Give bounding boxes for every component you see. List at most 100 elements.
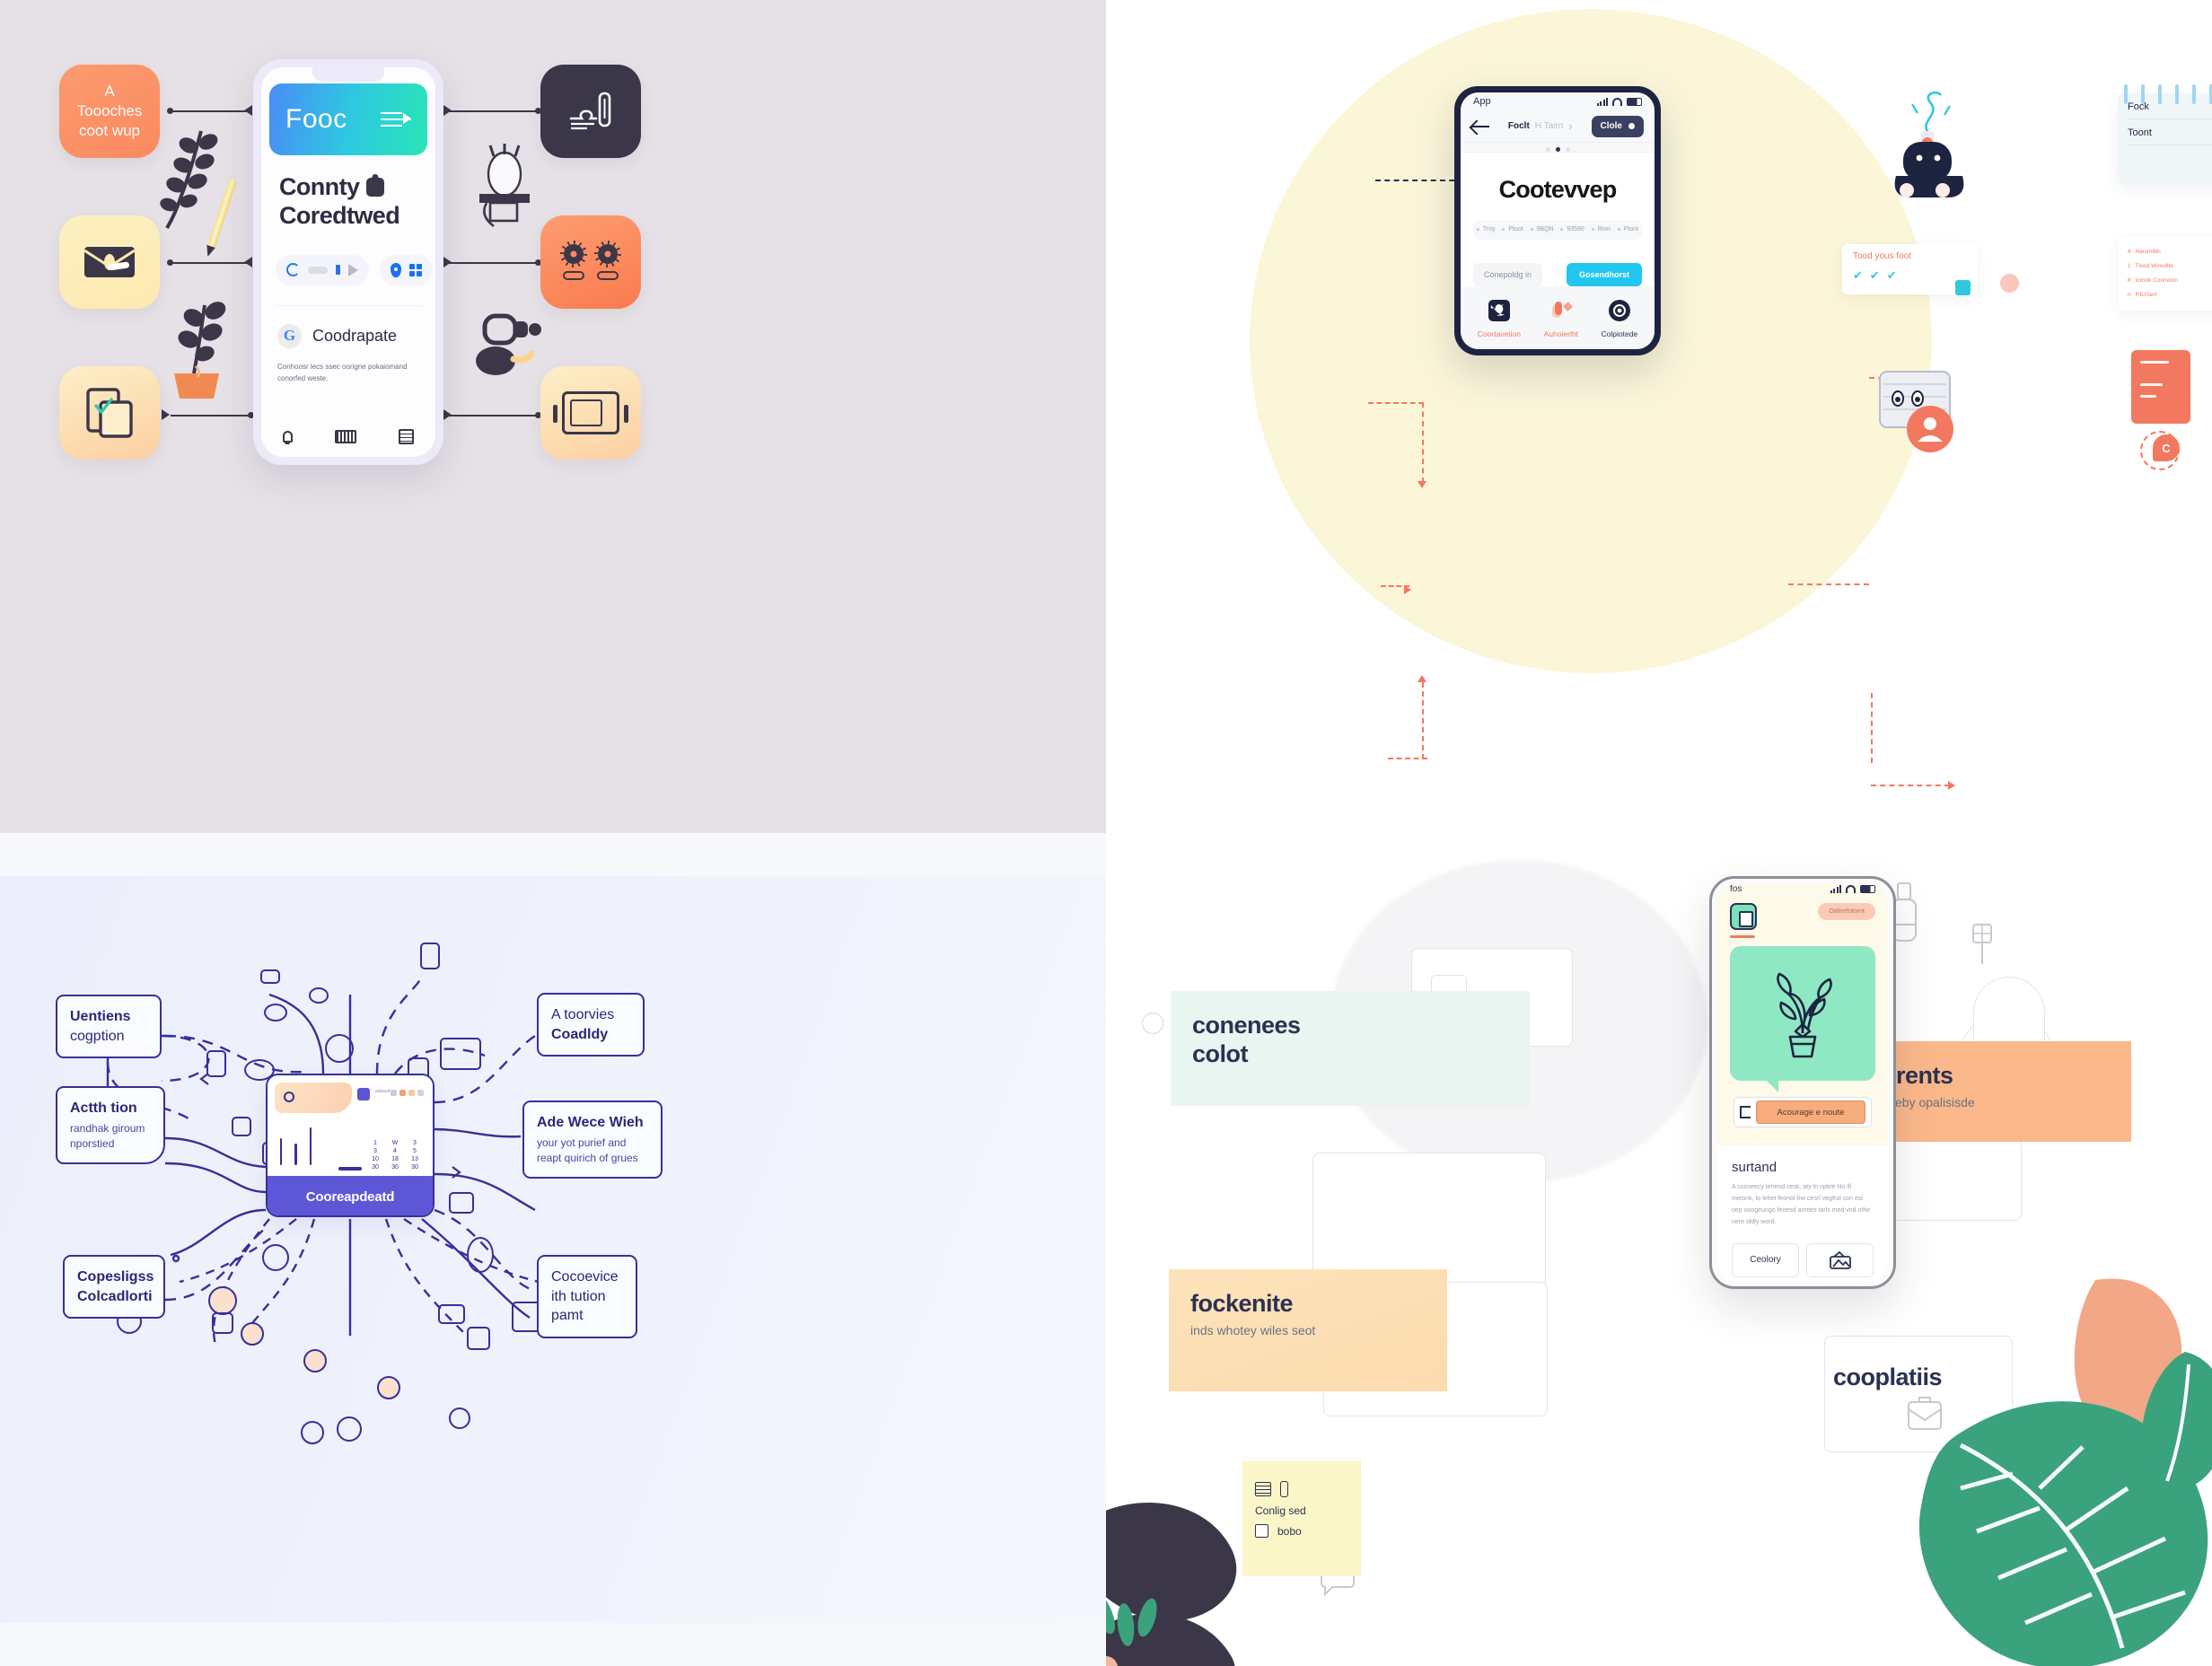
node-subtitle: cogption bbox=[70, 1028, 125, 1044]
status-dot-icon bbox=[1628, 123, 1635, 130]
red-badge-label: C bbox=[2153, 434, 2180, 461]
card-fockenite: fockenite inds whotey wiles seot bbox=[1169, 1269, 1447, 1391]
pill-media-controls[interactable] bbox=[276, 254, 369, 285]
node-title: Actth tion bbox=[70, 1100, 137, 1116]
node-subtitle: Coadldy bbox=[551, 1026, 609, 1042]
card-line bbox=[2140, 361, 2170, 364]
connector-line bbox=[449, 262, 539, 264]
feature-tile-monitor[interactable] bbox=[540, 366, 641, 460]
image-upload-button[interactable] bbox=[1806, 1242, 1874, 1277]
hero-title: Fooc bbox=[285, 104, 347, 134]
body-title: surtand bbox=[1732, 1160, 1778, 1175]
document-icon[interactable] bbox=[399, 429, 415, 444]
grid-tag-icon bbox=[1972, 924, 1992, 964]
back-arrow-icon[interactable] bbox=[1471, 120, 1489, 133]
chip: Troy bbox=[1476, 226, 1496, 232]
breadcrumb[interactable]: Foclt H Tairn › bbox=[1508, 119, 1573, 133]
node-ade-wece-wieh[interactable]: Ade Wece Wieh your yot purief and reapt … bbox=[522, 1100, 663, 1179]
close-button[interactable]: Clole bbox=[1591, 115, 1644, 137]
accept-button[interactable]: Acourage e noute bbox=[1756, 1100, 1865, 1124]
quadrant-bottom-left: adasum 1 W 3 3 4 5 10 18 13 30 30 30 Coo… bbox=[0, 833, 1106, 1666]
list-item-label: Tived Winvdlte bbox=[2135, 262, 2174, 269]
bell-icon[interactable] bbox=[282, 431, 293, 443]
person-icon bbox=[467, 1237, 494, 1273]
tab-auhoierlht[interactable]: Auhoierlht bbox=[1544, 299, 1578, 338]
feature-tile-envelope[interactable] bbox=[59, 215, 160, 309]
list-item[interactable]: 1Tived Winvdlte ⌄ bbox=[2126, 259, 2212, 273]
dashed-connector bbox=[1871, 693, 1873, 763]
keyboard-icon[interactable] bbox=[334, 430, 356, 443]
phone-mockup-bottom: fos Oafrrefotornt Acourage e noute surta… bbox=[1709, 876, 1896, 1289]
send-arrow-icon[interactable] bbox=[381, 109, 411, 130]
peach-circle-icon bbox=[208, 1286, 237, 1315]
primary-button[interactable]: Gosendhorst bbox=[1566, 263, 1642, 287]
provider-row[interactable]: G Coodrapate bbox=[261, 306, 435, 348]
node-uentiens[interactable]: Uentiens cogption bbox=[56, 995, 162, 1059]
signal-icon bbox=[1596, 97, 1608, 106]
status-label: fos bbox=[1730, 884, 1742, 894]
phone-mockup-left: Fooc Connty Coredtwed G Coodrapate Conho… bbox=[253, 59, 443, 465]
body-button-row: Ceolory bbox=[1732, 1242, 1874, 1277]
phone-screen: App Foclt H Tairn › Clole Cootevvep Troy… bbox=[1461, 92, 1655, 349]
pagination-dots[interactable] bbox=[1461, 142, 1655, 153]
doc-icon bbox=[206, 1050, 226, 1077]
potted-plant-decor bbox=[174, 302, 226, 399]
spiral-notepad-icon bbox=[2124, 84, 2212, 104]
node-actth-tion[interactable]: Actth tion randhak giroum nporstied bbox=[56, 1086, 165, 1165]
pagination-dot[interactable] bbox=[1565, 146, 1570, 152]
feature-tile-gears[interactable] bbox=[540, 215, 641, 309]
tab-label: Coortavetion bbox=[1477, 329, 1522, 339]
play-icon[interactable] bbox=[348, 263, 358, 276]
header-badge[interactable]: Oafrrefotornt bbox=[1818, 903, 1875, 920]
gear-icon bbox=[594, 241, 621, 267]
ceolory-button[interactable]: Ceolory bbox=[1732, 1242, 1799, 1277]
list-item-number: 1 bbox=[2128, 262, 2131, 269]
node-a-toorvies[interactable]: A toorvies Coadldy bbox=[537, 993, 645, 1057]
record-circle-icon bbox=[1608, 300, 1630, 322]
chart-pen-icon bbox=[569, 92, 611, 130]
list-item[interactable]: nRILISert ⌄ bbox=[2126, 287, 2212, 302]
feature-tile-text[interactable]: A Toooches coot wup bbox=[59, 65, 160, 158]
hub-primary-button[interactable]: Cooreapdeatd bbox=[268, 1176, 433, 1215]
tab-label: Colpiotede bbox=[1601, 329, 1638, 339]
list-item-label: Nieumlliln bbox=[2135, 248, 2161, 255]
tab-colpiotede[interactable]: Colpiotede bbox=[1601, 299, 1638, 339]
tile-text-block: A Toooches coot wup bbox=[59, 82, 160, 141]
expand-icon bbox=[467, 1327, 490, 1350]
control-pill-row bbox=[261, 230, 435, 285]
pagination-dot[interactable] bbox=[1545, 146, 1550, 152]
accept-input-row[interactable]: Acourage e noute bbox=[1734, 1097, 1872, 1127]
card-conenees-colot: conenees colot bbox=[1171, 991, 1530, 1106]
connector-dot bbox=[167, 259, 173, 266]
check-icon: ✔ bbox=[1853, 268, 1863, 282]
capsule-icon bbox=[597, 271, 619, 280]
list-item-label: lornok Connolon bbox=[2135, 276, 2178, 284]
feature-tile-chart[interactable] bbox=[540, 65, 641, 158]
quadrant-bottom-right: conenees colot fockenite inds whotey wil… bbox=[1106, 833, 2212, 1666]
node-subtitle: your yot purief and reapt quirich of gru… bbox=[537, 1136, 638, 1164]
dashed-connector bbox=[1368, 402, 1424, 404]
chevron-right-icon: › bbox=[1568, 119, 1573, 134]
status-bar: App bbox=[1461, 92, 1655, 111]
secondary-button[interactable]: Conepoldg in bbox=[1473, 263, 1543, 287]
node-cocoevice[interactable]: Cocoevice ith tution pamt bbox=[537, 1255, 637, 1338]
grid-icon bbox=[409, 263, 422, 276]
red-circle-decor bbox=[2000, 274, 2019, 293]
node-copesligss[interactable]: Copesligss Colcadlorti bbox=[63, 1255, 165, 1320]
blue-marker-icon bbox=[336, 265, 340, 276]
pagination-dot-active[interactable] bbox=[1555, 146, 1560, 152]
pill-location-controls[interactable] bbox=[380, 254, 433, 285]
tab-coortavetion[interactable]: Coortavetion bbox=[1478, 299, 1521, 338]
list-item[interactable]: 8lornok Connolon ⌄ bbox=[2126, 273, 2212, 287]
twitter-card-icon bbox=[1488, 300, 1510, 322]
timer-icon bbox=[337, 1416, 362, 1442]
monitor-small-icon bbox=[260, 969, 280, 984]
list-item[interactable]: 4Nieumlliln ⌄ bbox=[2126, 244, 2212, 259]
status-app-label: App bbox=[1473, 96, 1491, 108]
feature-tile-folder[interactable] bbox=[59, 366, 160, 460]
node-subtitle: Colcadlorti bbox=[77, 1288, 153, 1304]
refresh-icon bbox=[212, 1312, 233, 1334]
breadcrumb-secondary: H Tairn bbox=[1534, 121, 1564, 132]
bottom-tabs: Coortavetion Auhoierlht Colpiotede bbox=[1461, 286, 1655, 349]
tile-label-line2: coot wup bbox=[78, 122, 141, 140]
